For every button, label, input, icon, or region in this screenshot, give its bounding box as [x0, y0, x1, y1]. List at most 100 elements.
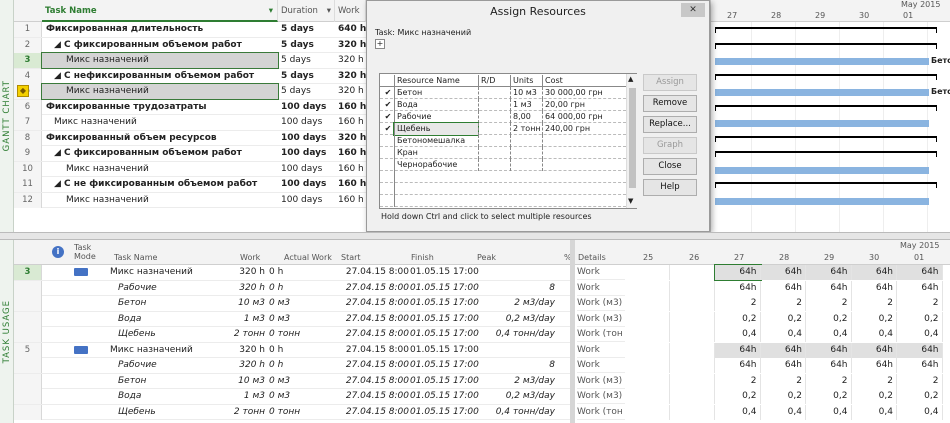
usage-finish[interactable]: 01.05.15 17:00: [410, 312, 480, 327]
usage-start[interactable]: 27.04.15 8:00: [330, 265, 412, 280]
task-name-cell[interactable]: Микс назначений: [41, 52, 279, 69]
usage-value-cell[interactable]: 64h: [715, 358, 761, 373]
duration-cell[interactable]: 5 days: [278, 69, 335, 84]
duration-cell[interactable]: 100 days: [278, 162, 335, 177]
task-name-cell[interactable]: Микс назначений: [42, 193, 278, 208]
usage-value-cell[interactable]: 64h: [806, 280, 852, 296]
rd-cell[interactable]: [478, 123, 510, 135]
usage-finish[interactable]: 01.05.15 17:00: [410, 374, 480, 389]
usage-actual-work[interactable]: 0 h: [269, 265, 329, 280]
dialog-close-button[interactable]: ✕: [681, 3, 705, 17]
task-name-cell[interactable]: ◢ С не фиксированным объемом работ: [42, 177, 278, 192]
usage-row[interactable]: Рабочие 320 h0 h 27.04.15 8:00 01.05.15 17:…: [14, 358, 570, 374]
usage-value-cell[interactable]: 64h: [897, 265, 943, 280]
resource-name-cell[interactable]: Вода: [394, 99, 478, 111]
task-bar[interactable]: [715, 166, 929, 174]
usage-finish[interactable]: 01.05.15 17:00: [410, 281, 480, 296]
usage-peak[interactable]: 8: [480, 358, 558, 373]
work-cell[interactable]: 160 h: [335, 100, 366, 115]
usage-value-cell[interactable]: 2: [761, 296, 806, 311]
duration-cell[interactable]: 100 days: [278, 193, 335, 208]
task-name-cell[interactable]: Фиксированная длительность: [42, 22, 278, 37]
usage-work[interactable]: 320 h: [228, 265, 268, 280]
gantt-row[interactable]: 10 Микс назначений 100 days 160 h: [14, 161, 366, 177]
scroll-thumb[interactable]: [629, 88, 636, 188]
resource-name-cell[interactable]: Рабочие: [394, 111, 478, 123]
usage-work[interactable]: 10 м3: [228, 296, 268, 311]
summary-bar[interactable]: [715, 135, 937, 138]
resource-name-cell[interactable]: Щебень: [393, 122, 479, 136]
resource-name-cell[interactable]: Бетономешалка: [394, 135, 478, 147]
usage-cell[interactable]: [625, 373, 670, 389]
usage-work[interactable]: 320 h: [228, 343, 268, 358]
resource-row[interactable]: ✔ Рабочие 8,00 64 000,00 грн: [380, 111, 626, 123]
usage-cell[interactable]: [625, 280, 670, 296]
usage-task-name[interactable]: Бетон: [118, 374, 238, 389]
cost-cell[interactable]: [542, 135, 626, 147]
usage-value-cell[interactable]: 64h: [806, 265, 852, 280]
usage-task-name[interactable]: Микс назначений: [110, 343, 230, 358]
duration-cell[interactable]: 5 days: [278, 53, 335, 68]
usage-value-cell[interactable]: 0,2: [897, 311, 943, 327]
duration-cell[interactable]: 100 days: [278, 115, 335, 130]
rd-cell[interactable]: [478, 159, 510, 171]
duration-cell[interactable]: 5 days: [278, 38, 335, 53]
usage-actual-work[interactable]: 0 м3: [269, 296, 329, 311]
usage-value-cell[interactable]: 2: [852, 296, 897, 311]
resource-name-cell[interactable]: Кран: [394, 147, 478, 159]
check-icon[interactable]: [380, 147, 394, 159]
usage-value-cell[interactable]: 0,2: [715, 389, 761, 404]
gantt-row[interactable]: 2 ◢ С фиксированным объемом работ 5 days 32…: [14, 37, 366, 53]
cost-cell[interactable]: 64 000,00 грн: [542, 111, 626, 123]
usage-value-cell[interactable]: 0,2: [852, 311, 897, 327]
gantt-row[interactable]: 1 Фиксированная длительность 5 days 640 h: [14, 22, 366, 38]
duration-cell[interactable]: 100 days: [278, 146, 335, 161]
summary-bar[interactable]: [715, 73, 937, 76]
units-cell[interactable]: 10 м3: [510, 87, 542, 99]
usage-cell[interactable]: [625, 404, 670, 420]
usage-cell[interactable]: [670, 280, 715, 296]
usage-row[interactable]: Бетон 10 м3 0 м3 27.04.15 8:00 01.05.15 17:0…: [14, 296, 570, 312]
cost-cell[interactable]: 20,00 грн: [542, 99, 626, 111]
cost-cell[interactable]: 240,00 грн: [542, 123, 626, 135]
work-cell[interactable]: 160 h: [335, 193, 366, 208]
usage-actual-work[interactable]: 0 тонн: [269, 405, 329, 420]
check-icon[interactable]: [380, 135, 394, 147]
usage-value-cell[interactable]: 64h: [806, 342, 852, 358]
usage-value-cell[interactable]: 64h: [851, 265, 897, 280]
duration-cell[interactable]: 100 days: [278, 177, 335, 192]
usage-finish[interactable]: 01.05.15 17:00: [410, 343, 480, 358]
task-name-cell[interactable]: Микс назначений: [42, 162, 278, 177]
work-cell[interactable]: 160 h: [335, 115, 366, 130]
usage-value-cell[interactable]: 2: [761, 373, 806, 389]
usage-task-name[interactable]: Бетон: [118, 296, 238, 311]
usage-value-cell[interactable]: 2: [806, 373, 852, 389]
usage-row[interactable]: Щебень 2 тонн 0 тонн 27.04.15 8:00 01.05.15 …: [14, 327, 570, 343]
usage-start[interactable]: 27.04.15 8:00: [330, 358, 412, 373]
task-bar[interactable]: [715, 58, 929, 65]
usage-work[interactable]: 1 м3: [228, 389, 268, 404]
usage-work[interactable]: 1 м3: [228, 312, 268, 327]
usage-cell[interactable]: [625, 358, 670, 373]
usage-value-cell[interactable]: 0,4: [715, 327, 761, 342]
split-divider[interactable]: [0, 232, 950, 240]
col-usage-work[interactable]: Work: [240, 253, 260, 262]
task-bar[interactable]: [715, 120, 929, 127]
usage-work[interactable]: 10 м3: [228, 374, 268, 389]
col-peak[interactable]: Peak: [477, 253, 496, 262]
usage-value-cell[interactable]: 0,4: [761, 327, 806, 342]
cost-cell[interactable]: [542, 147, 626, 159]
work-cell[interactable]: 320 h: [335, 84, 366, 99]
usage-peak[interactable]: 2 м3/day: [480, 296, 558, 311]
work-cell[interactable]: 320 h: [335, 38, 366, 53]
empty-resource-cell[interactable]: [394, 195, 478, 207]
units-cell[interactable]: [510, 159, 542, 171]
units-cell[interactable]: 8,00: [510, 111, 542, 123]
cost-cell[interactable]: [542, 159, 626, 171]
usage-finish[interactable]: 01.05.15 17:00: [410, 265, 480, 280]
usage-value-cell[interactable]: 64h: [851, 342, 897, 358]
task-name-cell[interactable]: Фиксированный объем ресурсов: [42, 131, 278, 146]
usage-cell[interactable]: [670, 358, 715, 373]
col-task-mode[interactable]: Task Mode: [74, 243, 108, 261]
usage-start[interactable]: 27.04.15 8:00: [330, 281, 412, 296]
